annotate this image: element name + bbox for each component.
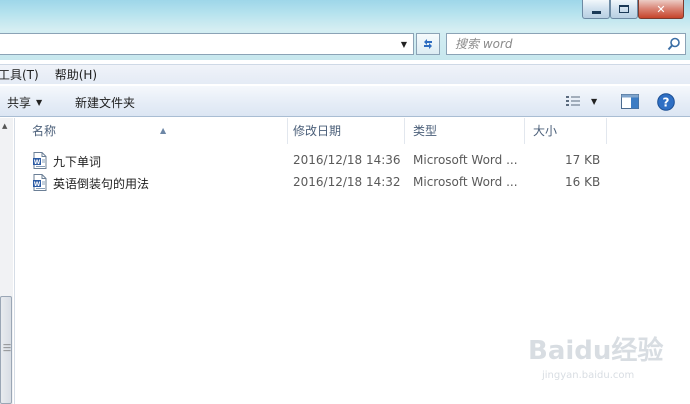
- preview-pane-icon[interactable]: [621, 94, 639, 109]
- chevron-down-icon: ▼: [591, 96, 598, 106]
- svg-text:W: W: [34, 181, 41, 188]
- chevron-down-icon[interactable]: ▼: [397, 36, 411, 52]
- minimize-icon: [591, 10, 601, 14]
- file-size: 16 KB: [565, 175, 601, 189]
- column-header-type-label: 类型: [413, 124, 438, 138]
- refresh-icon: [424, 39, 432, 49]
- navigation-pane: ▲ — — —: [0, 118, 15, 404]
- column-header-name[interactable]: 名称 ▲: [24, 118, 288, 144]
- baidu-watermark: Baidu经验 jingyan.baidu.com: [528, 330, 678, 390]
- svg-text:?: ?: [663, 96, 670, 110]
- window-controls: ✕: [582, 0, 684, 19]
- file-list: W 九下单词 2016/12/18 14:36 Microsoft Word .…: [16, 150, 690, 194]
- address-row: ▼: [0, 30, 690, 60]
- column-header-modified-label: 修改日期: [293, 124, 342, 138]
- menu-tools[interactable]: 工具(T): [0, 66, 47, 83]
- watermark-logo: Baidu经验: [528, 336, 664, 366]
- sort-ascending-icon: ▲: [160, 126, 167, 135]
- file-modified: 2016/12/18 14:32: [293, 175, 401, 189]
- word-document-icon: W: [33, 152, 47, 169]
- help-icon[interactable]: ?: [657, 93, 675, 111]
- change-view-button[interactable]: ▼: [565, 95, 597, 107]
- file-name: 英语倒装句的用法: [53, 177, 150, 191]
- menu-help[interactable]: 帮助(H): [47, 66, 105, 83]
- share-label: 共享: [7, 96, 32, 110]
- svg-text:W: W: [34, 159, 41, 166]
- chevron-down-icon: ▼: [36, 98, 43, 107]
- scrollbar-thumb[interactable]: — — —: [0, 296, 12, 404]
- refresh-button[interactable]: [416, 33, 440, 55]
- grip-icon: — — —: [3, 340, 11, 355]
- search-input[interactable]: [455, 36, 655, 52]
- column-header-size-label: 大小: [533, 124, 558, 138]
- column-header-size[interactable]: 大小: [525, 118, 607, 144]
- close-icon: ✕: [656, 2, 666, 16]
- column-header-name-label: 名称: [32, 124, 57, 138]
- watermark-url: jingyan.baidu.com: [542, 370, 635, 381]
- share-button[interactable]: 共享 ▼: [7, 94, 42, 111]
- file-row[interactable]: W 九下单词 2016/12/18 14:36 Microsoft Word .…: [16, 150, 690, 172]
- column-header-modified[interactable]: 修改日期: [285, 118, 405, 144]
- minimize-button[interactable]: [582, 0, 610, 19]
- file-row[interactable]: W 英语倒装句的用法 2016/12/18 14:32 Microsoft Wo…: [16, 172, 690, 194]
- word-document-icon: W: [33, 174, 47, 191]
- file-size: 17 KB: [565, 153, 601, 167]
- new-folder-button[interactable]: 新建文件夹: [75, 94, 135, 111]
- search-box[interactable]: [446, 33, 686, 55]
- file-type: Microsoft Word ...: [413, 175, 518, 189]
- scroll-up-icon[interactable]: ▲: [2, 122, 7, 130]
- window-titlebar: ✕: [0, 0, 690, 30]
- file-type: Microsoft Word ...: [413, 153, 518, 167]
- maximize-button[interactable]: [610, 0, 638, 19]
- column-header-type[interactable]: 类型: [405, 118, 525, 144]
- address-bar[interactable]: ▼: [0, 33, 414, 55]
- column-headers: 名称 ▲ 修改日期 类型 大小: [16, 118, 690, 144]
- search-icon[interactable]: [667, 37, 681, 51]
- file-name: 九下单词: [53, 155, 102, 169]
- maximize-icon: [619, 5, 629, 13]
- new-folder-label: 新建文件夹: [75, 96, 136, 110]
- command-bar: 共享 ▼ 新建文件夹 ▼ ?: [0, 85, 690, 117]
- nav-scrollbar[interactable]: ▲ — — —: [0, 118, 13, 404]
- view-details-icon: [566, 96, 580, 106]
- menu-bar: 工具(T) 帮助(H): [0, 64, 690, 84]
- close-button[interactable]: ✕: [638, 0, 684, 19]
- file-modified: 2016/12/18 14:36: [293, 153, 401, 167]
